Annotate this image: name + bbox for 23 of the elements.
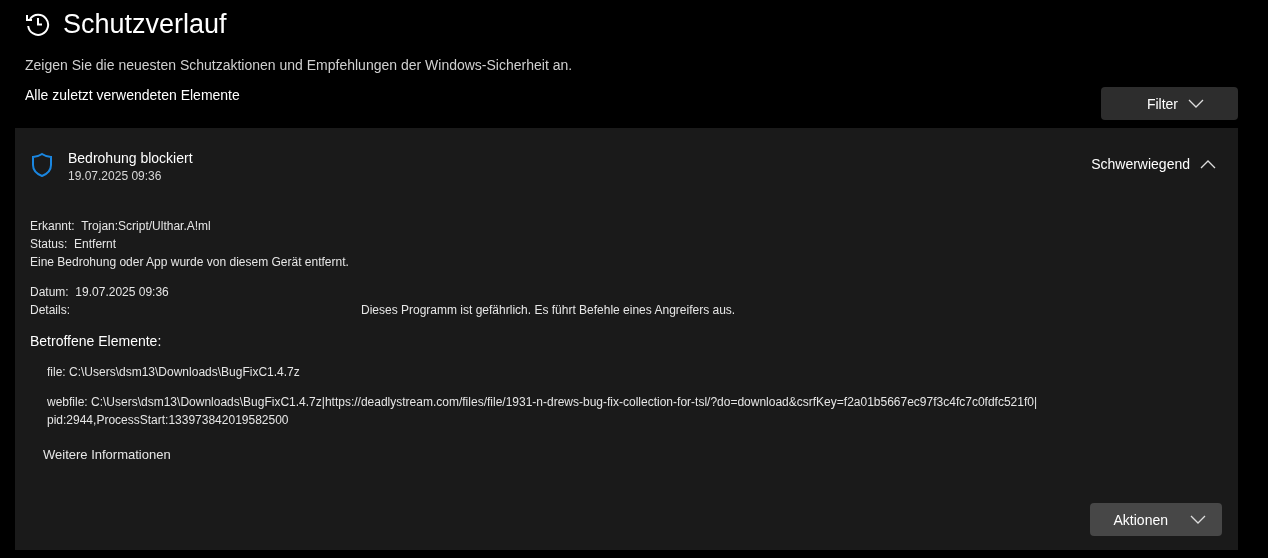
affected-item: file: C:\Users\dsm13\Downloads\BugFixC1.4.7z <box>47 364 301 381</box>
details-value: Dieses Programm ist gefährlich. Es führt Befehle eines Angreifers aus. <box>361 302 736 319</box>
chevron-down-icon <box>1188 99 1204 108</box>
chevron-up-icon <box>1200 159 1216 169</box>
section-label: Alle zuletzt verwendeten Elemente <box>25 87 240 103</box>
filter-button[interactable]: Filter <box>1100 87 1238 120</box>
affected-item: webfile: C:\Users\dsm13\Downloads\BugFixC1.4.7z|https://deadlystream.com/files/file/1931-n-drews-bug-fix-collection-for-tsl/?do=download&csrfKey=f2a01b5667ec97f3c4fc7c0fdfc521f0| pid:2944,ProcessStart:133973842019582500 <box>47 394 1039 429</box>
page-description: Zeigen Sie die neuesten Schutzaktionen und Empfehlungen der Windows-Sicherheit an. <box>25 57 574 73</box>
event-title: Bedrohung blockiert <box>68 150 193 166</box>
affected-heading: Betroffene Elemente: <box>30 333 163 349</box>
history-icon <box>25 11 51 37</box>
status-message: Eine Bedrohung oder App wurde von diesem Gerät entfernt. <box>30 254 350 271</box>
page-title: Schutzverlauf <box>63 8 227 40</box>
detail-field: Erkannt: Trojan:Script/Ulthar.A!ml <box>30 217 1222 235</box>
chevron-down-icon <box>1190 515 1206 524</box>
actions-button[interactable]: Aktionen <box>1089 503 1222 536</box>
details-label: Details: <box>30 302 71 319</box>
detail-field: Status: Entfernt <box>30 235 1222 253</box>
date-field: Datum: 19.07.2025 09:36 <box>30 283 1222 301</box>
severity-toggle[interactable]: Schwerwiegend <box>1091 156 1222 172</box>
shield-icon <box>30 152 54 178</box>
event-timestamp: 19.07.2025 09:36 <box>68 169 163 183</box>
more-info-link[interactable]: Weitere Informationen <box>43 447 171 462</box>
